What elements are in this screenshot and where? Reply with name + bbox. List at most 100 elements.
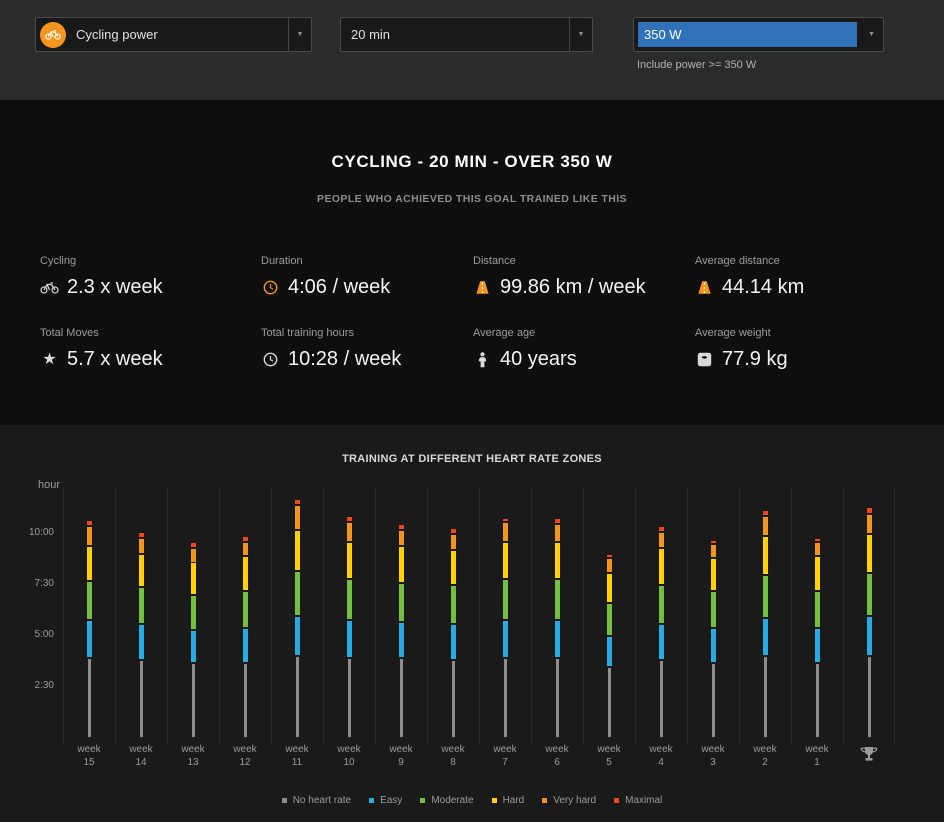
bar-segment-hard: [814, 557, 820, 591]
week-label-word: week: [233, 744, 257, 755]
week-label-word: week: [545, 744, 569, 755]
trophy-icon: [860, 747, 878, 761]
bar-segment-easy: [658, 624, 664, 660]
legend-swatch: [542, 798, 548, 803]
stat-value: 77.9 kg: [722, 348, 788, 370]
bar-segment-hard: [658, 549, 664, 584]
bar-segment-no-heart-rate: [295, 657, 299, 737]
bar-segment-no-heart-rate: [763, 657, 767, 737]
bar-segment-very-hard: [658, 532, 664, 548]
bar-segment-very-hard: [710, 545, 716, 558]
bar-segment-hard: [242, 557, 248, 591]
week-label-number: 10: [343, 757, 355, 768]
bar-segment-hard: [190, 563, 196, 595]
legend-item: No heart rate: [281, 795, 352, 806]
legend-swatch: [614, 798, 620, 803]
week-label-number: 3: [710, 757, 716, 768]
bar-segment-no-heart-rate: [555, 659, 559, 737]
bar-segment-easy: [762, 618, 768, 656]
legend-item: Easy: [369, 795, 402, 806]
stat-label: Total Moves: [40, 327, 99, 339]
bar-segment-moderate: [606, 604, 612, 635]
bar-segment-hard: [450, 551, 456, 584]
stat-total-training-hours: Total training hours 10:28 / week: [261, 327, 473, 399]
power-filter-selected-value[interactable]: 350 W: [638, 22, 857, 47]
week-label-word: week: [389, 744, 413, 755]
power-filter-dropdown[interactable]: 350 W ▼: [633, 17, 884, 52]
week-label-number: 5: [606, 757, 612, 768]
bar-segment-no-heart-rate: [659, 661, 663, 737]
bar-segment-no-heart-rate: [139, 661, 143, 737]
stat-value: 10:28 / week: [288, 348, 402, 370]
star-icon: ★: [42, 350, 57, 368]
legend-swatch: [491, 798, 497, 803]
power-filter-note: Include power >= 350 W: [637, 59, 757, 71]
week-label: week 4: [635, 743, 687, 769]
bar-column-week-14: [115, 487, 167, 737]
bar-segment-moderate: [658, 585, 664, 623]
bar-segment-easy: [190, 630, 196, 662]
legend-label: Easy: [380, 795, 403, 806]
bar-segment-hard: [294, 530, 300, 570]
legend: No heart rate Easy Moderate Hard Very hard Ma…: [0, 795, 944, 806]
bar-segment-very-hard: [866, 514, 872, 533]
summary-section: CYCLING - 20 MIN - OVER 350 W PEOPLE WHO…: [0, 100, 944, 425]
legend-label: No heart rate: [292, 795, 352, 806]
stat-value: 40 years: [500, 348, 577, 370]
legend-label: Very hard: [553, 795, 597, 806]
duration-filter-dropdown[interactable]: 20 min ▼: [340, 17, 593, 52]
week-label-word: week: [129, 744, 153, 755]
bar-segment-hard: [138, 555, 144, 586]
sport-filter-dropdown[interactable]: Cycling power ▼: [35, 17, 312, 52]
bar-segment-no-heart-rate: [451, 661, 455, 737]
clock-icon: [261, 280, 280, 295]
bar-segment-very-hard: [762, 516, 768, 535]
stat-average-distance: Average distance 44.14 km: [695, 255, 910, 327]
bar-segment-maximal: [294, 500, 300, 505]
chart-title: TRAINING AT DIFFERENT HEART RATE ZONES: [342, 453, 602, 465]
scale-icon: [695, 352, 714, 367]
chevron-down-icon[interactable]: ▼: [860, 18, 883, 51]
week-label: week 11: [271, 743, 323, 769]
bar-segment-maximal: [502, 518, 508, 521]
bar-segment-maximal: [138, 532, 144, 537]
x-axis: week 15 week 14 week 13 week 12 week 11 week 10 week…: [63, 743, 895, 783]
bar-segment-hard: [866, 534, 872, 572]
stat-label: Average age: [473, 327, 536, 339]
stat-value: 2.3 x week: [67, 276, 163, 298]
week-label-word: week: [753, 744, 777, 755]
hr-zones-chart-section: TRAINING AT DIFFERENT HEART RATE ZONES h…: [0, 425, 944, 822]
legend-item: Moderate: [420, 795, 474, 806]
bar-segment-easy: [502, 620, 508, 658]
week-label-number: 6: [554, 757, 560, 768]
week-label: week 6: [531, 743, 583, 769]
bar-segment-moderate: [398, 583, 404, 621]
legend-label: Hard: [502, 795, 525, 806]
duration-filter-value: 20 min: [351, 27, 391, 42]
chevron-down-icon[interactable]: ▼: [569, 18, 592, 51]
current-week-trophy: [843, 743, 895, 767]
week-label-word: week: [649, 744, 673, 755]
bar-segment-moderate: [190, 596, 196, 629]
bar-segment-hard: [606, 573, 612, 603]
bar-column-week-4: [635, 487, 687, 737]
bar-segment-very-hard: [346, 522, 352, 542]
road-icon: [473, 280, 492, 295]
bar-segment-moderate: [346, 579, 352, 619]
stat-value: 4:06 / week: [288, 276, 391, 298]
bar-segment-no-heart-rate: [503, 659, 507, 737]
week-label-word: week: [285, 744, 309, 755]
page-title: CYCLING - 20 MIN - OVER 350 W: [331, 152, 613, 171]
bar-segment-maximal: [710, 541, 716, 544]
bar-segment-easy: [606, 637, 612, 666]
chevron-down-icon[interactable]: ▼: [288, 18, 311, 51]
bar-segment-easy: [242, 628, 248, 662]
cycling-power-icon: [40, 21, 66, 48]
bar-segment-easy: [398, 622, 404, 658]
bar-column-week-1: [791, 487, 843, 737]
bar-segment-easy: [86, 620, 92, 658]
bar-segment-easy: [294, 616, 300, 656]
bar-segment-very-hard: [242, 543, 248, 556]
week-label-number: 13: [187, 757, 199, 768]
sport-filter-value: Cycling power: [76, 27, 158, 42]
